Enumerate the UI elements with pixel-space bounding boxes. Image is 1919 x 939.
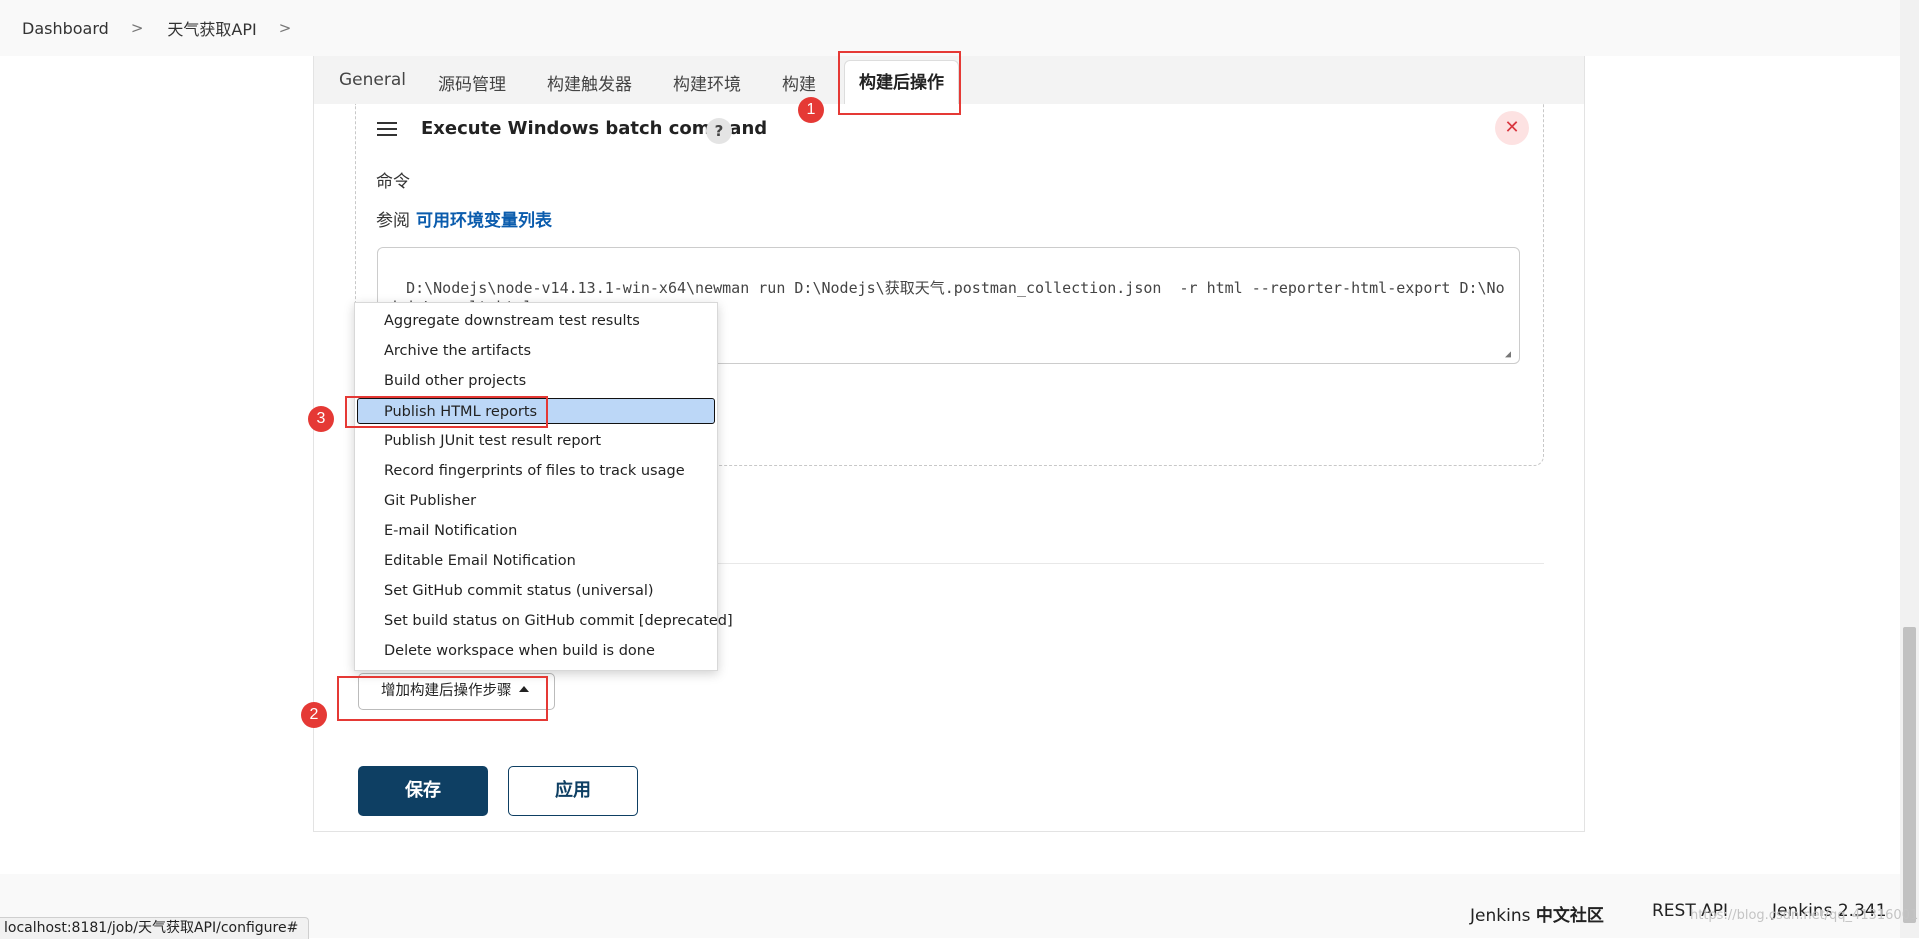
save-button[interactable]: 保存 [358, 766, 488, 816]
scrollbar-thumb[interactable] [1903, 627, 1916, 923]
drag-handle-icon[interactable] [377, 122, 397, 140]
annotation-number-2: 2 [301, 702, 327, 728]
breadcrumb-job[interactable]: 天气获取API [167, 16, 256, 40]
breadcrumb-dashboard[interactable]: Dashboard [22, 19, 109, 38]
close-icon[interactable]: ✕ [1495, 111, 1529, 145]
dropdown-item[interactable]: Delete workspace when build is done [355, 638, 717, 664]
dropdown-item[interactable]: Set GitHub commit status (universal) [355, 578, 717, 604]
annotation-number-1: 1 [798, 97, 824, 123]
chevron-right-icon: > [130, 19, 144, 37]
tab-build-env[interactable]: 构建环境 [673, 70, 741, 95]
command-label: 命令 [376, 172, 410, 192]
help-icon[interactable]: ? [706, 118, 732, 144]
resize-handle-icon[interactable]: ◢ [1505, 350, 1515, 360]
dropdown-item[interactable]: Set build status on GitHub commit [depre… [355, 608, 733, 634]
annotation-box-2 [337, 676, 548, 721]
chevron-right-icon[interactable]: > [279, 19, 292, 37]
vertical-scrollbar[interactable] [1900, 0, 1919, 938]
dropdown-item[interactable]: Editable Email Notification [355, 548, 717, 574]
tab-general[interactable]: General [339, 70, 406, 90]
dropdown-item[interactable]: Aggregate downstream test results [355, 308, 717, 334]
see-also-prefix: 参阅 [376, 211, 410, 231]
see-also: 参阅 可用环境变量列表 [376, 206, 552, 231]
tab-build[interactable]: 构建 [782, 70, 816, 95]
annotation-box-3 [345, 396, 548, 428]
dropdown-item[interactable]: Git Publisher [355, 488, 717, 514]
annotation-box-1 [838, 51, 961, 115]
dropdown-item[interactable]: Record fingerprints of files to track us… [355, 458, 717, 484]
dropdown-item[interactable]: Publish JUnit test result report [355, 428, 717, 454]
dropdown-item[interactable]: E-mail Notification [355, 518, 717, 544]
annotation-number-3: 3 [308, 406, 334, 432]
apply-button[interactable]: 应用 [508, 766, 638, 816]
post-build-dropdown: Aggregate downstream test results Archiv… [354, 302, 733, 671]
tab-triggers[interactable]: 构建触发器 [547, 70, 632, 95]
community-link[interactable]: Jenkins 中文社区 [1470, 901, 1604, 926]
tab-scm[interactable]: 源码管理 [438, 70, 506, 95]
status-bar-url: localhost:8181/job/天气获取API/configure# [0, 917, 310, 939]
breadcrumb: Dashboard > 天气获取API > [0, 0, 1900, 56]
env-vars-link[interactable]: 可用环境变量列表 [416, 211, 552, 231]
watermark: https://blog.csdn.net/qq_41316001 [1690, 908, 1919, 923]
dropdown-item[interactable]: Build other projects [355, 368, 717, 394]
dropdown-item[interactable]: Archive the artifacts [355, 338, 717, 364]
